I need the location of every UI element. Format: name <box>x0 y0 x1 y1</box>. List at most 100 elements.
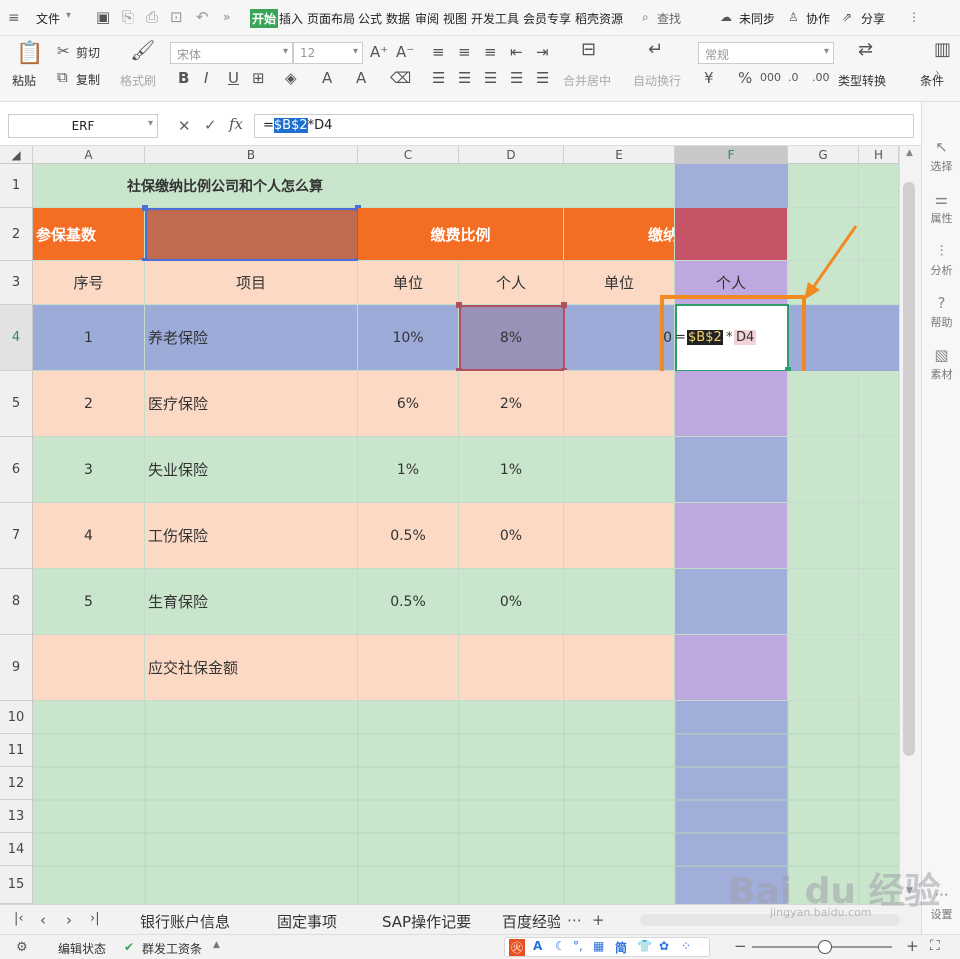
font-color-icon[interactable]: A <box>322 70 332 86</box>
cell-h3[interactable] <box>859 261 899 305</box>
header-seq[interactable]: 序号 <box>33 261 145 305</box>
tab-home[interactable]: 开始 <box>250 9 279 28</box>
row-header-4[interactable]: 4 <box>0 305 33 371</box>
col-header-d[interactable]: D <box>459 146 564 164</box>
unit-5[interactable]: 0.5% <box>358 569 459 635</box>
cell-f2[interactable] <box>675 208 788 261</box>
sidebar-settings[interactable]: ··· 设置 <box>922 886 960 922</box>
row-header-6[interactable]: 6 <box>0 437 33 503</box>
type-convert-button[interactable]: 类型转换 <box>838 72 886 89</box>
header-unit-amount[interactable]: 单位 <box>564 261 675 305</box>
col-header-g[interactable]: G <box>788 146 859 164</box>
italic-icon[interactable]: I <box>204 70 208 86</box>
more-sheets-icon[interactable]: ⋯ <box>567 911 582 929</box>
macro-icon[interactable]: ⚙ <box>16 940 28 955</box>
item-3[interactable]: 失业保险 <box>145 437 358 503</box>
cond-format-button[interactable]: 条件 <box>920 72 944 89</box>
cell-h2[interactable] <box>859 208 899 261</box>
unit-amount-2[interactable] <box>564 371 675 437</box>
cell-h7[interactable] <box>859 503 899 569</box>
unit-amount-5[interactable] <box>564 569 675 635</box>
align-bottom-icon[interactable]: ≡ <box>484 44 497 60</box>
justify-icon[interactable]: ☰ <box>510 70 523 86</box>
confirm-icon[interactable]: ✓ <box>204 116 217 134</box>
bold-icon[interactable]: B <box>178 70 189 86</box>
person-5[interactable]: 0% <box>459 569 564 635</box>
zoom-out-icon[interactable]: − <box>734 937 747 955</box>
cell-g1[interactable] <box>788 164 859 208</box>
col-header-h[interactable]: H <box>859 146 899 164</box>
ratio-label[interactable]: 缴费比例 <box>358 208 564 261</box>
preview-icon[interactable]: ⊡ <box>170 8 183 26</box>
next-sheet-icon[interactable]: › <box>66 911 72 929</box>
hamburger-icon[interactable]: ≡ <box>8 10 20 26</box>
thousands-icon[interactable]: 000 <box>760 70 781 86</box>
unit-2[interactable]: 6% <box>358 371 459 437</box>
chevron-right-icon[interactable]: › <box>935 66 940 80</box>
col-header-b[interactable]: B <box>145 146 358 164</box>
chevron-up-icon[interactable]: ▲ <box>213 940 220 950</box>
cell-d9[interactable] <box>459 635 564 701</box>
distribute-icon[interactable]: ☰ <box>536 70 549 86</box>
tab-member[interactable]: 会员专享 <box>523 10 571 27</box>
item-1[interactable]: 养老保险 <box>145 305 358 371</box>
base-label[interactable]: 参保基数 <box>33 208 145 261</box>
sheet-tab-sap[interactable]: SAP操作记要 <box>382 911 471 932</box>
currency-icon[interactable]: ¥ <box>704 70 714 86</box>
row-header-12[interactable]: 12 <box>0 767 33 800</box>
cell-g6[interactable] <box>788 437 859 503</box>
sheet-title[interactable]: 社保缴纳比例公司和个人怎么算 <box>33 164 675 208</box>
person-4[interactable]: 0% <box>459 503 564 569</box>
cell-g9[interactable] <box>788 635 859 701</box>
sidebar-help[interactable]: ? 帮助 <box>922 294 960 330</box>
vertical-scrollbar[interactable]: ▲ ▼ <box>899 146 921 904</box>
ref-handle[interactable] <box>456 302 462 308</box>
tab-insert[interactable]: 插入 <box>279 10 303 27</box>
font-shrink-icon[interactable]: A⁻ <box>396 44 414 60</box>
sheet-tab-bank[interactable]: 银行账户信息 <box>140 911 230 932</box>
search-button[interactable]: 查找 <box>657 10 681 27</box>
seq-2[interactable]: 2 <box>33 371 145 437</box>
row-header-2[interactable]: 2 <box>0 208 33 261</box>
cell-h5[interactable] <box>859 371 899 437</box>
person-amount-4[interactable] <box>675 503 788 569</box>
eraser-icon[interactable]: ⌫ <box>390 70 411 86</box>
menu-file[interactable]: 文件 <box>36 10 60 27</box>
item-4[interactable]: 工伤保险 <box>145 503 358 569</box>
font-grow-icon[interactable]: A⁺ <box>370 44 388 60</box>
align-middle-icon[interactable]: ≡ <box>458 44 471 60</box>
paste-button[interactable]: 粘贴 <box>12 72 36 89</box>
border-icon[interactable]: ⊞ <box>252 70 265 86</box>
save-icon[interactable]: ▣ <box>96 8 110 26</box>
sidebar-analysis[interactable]: ⫶ 分析 <box>922 242 960 278</box>
cell-g5[interactable] <box>788 371 859 437</box>
unit-1[interactable]: 10% <box>358 305 459 371</box>
sidebar-select[interactable]: ↖ 选择 <box>922 138 960 174</box>
format-painter-button[interactable]: 格式刷 <box>120 72 156 89</box>
sidebar-properties[interactable]: ⚌ 属性 <box>922 190 960 226</box>
unit-amount-4[interactable] <box>564 503 675 569</box>
total-label[interactable]: 应交社保金额 <box>145 635 358 701</box>
tab-page-layout[interactable]: 页面布局 <box>307 10 355 27</box>
col-header-e[interactable]: E <box>564 146 675 164</box>
person-amount-3[interactable] <box>675 437 788 503</box>
copy-button[interactable]: 复制 <box>76 71 100 88</box>
cell-h9[interactable] <box>859 635 899 701</box>
col-header-f[interactable]: F <box>675 146 788 164</box>
font-size-select[interactable]: 12 <box>293 42 363 64</box>
tab-view[interactable]: 视图 <box>443 10 467 27</box>
header-item[interactable]: 项目 <box>145 261 358 305</box>
row-header-14[interactable]: 14 <box>0 833 33 866</box>
align-right-icon[interactable]: ☰ <box>484 70 497 86</box>
underline-icon[interactable]: U <box>228 70 239 86</box>
row-header-1[interactable]: 1 <box>0 164 33 208</box>
amount-label-left[interactable]: 缴纳金额 <box>564 208 675 261</box>
row-header-8[interactable]: 8 <box>0 569 33 635</box>
row-header-15[interactable]: 15 <box>0 866 33 904</box>
header-unit[interactable]: 单位 <box>358 261 459 305</box>
cell-g8[interactable] <box>788 569 859 635</box>
row-header-3[interactable]: 3 <box>0 261 33 305</box>
more-options-icon[interactable]: ⋮ <box>908 10 920 24</box>
seq-5[interactable]: 5 <box>33 569 145 635</box>
tab-developer[interactable]: 开发工具 <box>471 10 519 27</box>
